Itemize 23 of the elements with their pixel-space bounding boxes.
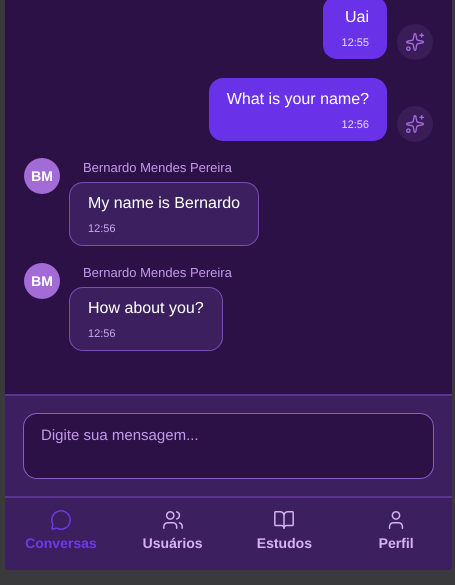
nav-tab[interactable]: Perfil	[340, 498, 452, 570]
chat-bubble-icon	[50, 509, 72, 531]
message-time: 12:56	[88, 223, 117, 235]
avatar: BM	[24, 158, 60, 194]
nav-tab[interactable]: Usuários	[116, 498, 228, 570]
avatar: BM	[24, 263, 60, 299]
sparkle-icon	[405, 32, 425, 52]
sender-name: Bernardo Mendes Pereira	[83, 160, 233, 175]
sparkle-icon	[405, 114, 425, 134]
message-text: How about you?	[88, 300, 204, 318]
nav-tab[interactable]: Estudos	[228, 498, 340, 570]
sender-name: Bernardo Mendes Pereira	[83, 265, 232, 280]
book-icon	[273, 509, 296, 531]
sparkle-button[interactable]	[397, 106, 433, 142]
sparkle-button[interactable]	[397, 24, 433, 60]
message-text: Uai	[344, 9, 369, 27]
message-text: What is your name?	[226, 91, 369, 109]
users-icon	[162, 509, 184, 531]
message-time: 12:56	[88, 328, 117, 340]
message-time: 12:56	[341, 119, 369, 131]
message-input[interactable]: Digite sua mensagem...	[23, 413, 434, 479]
message-text: My name is Bernardo	[88, 195, 240, 213]
message-time: 12:55	[341, 37, 369, 49]
